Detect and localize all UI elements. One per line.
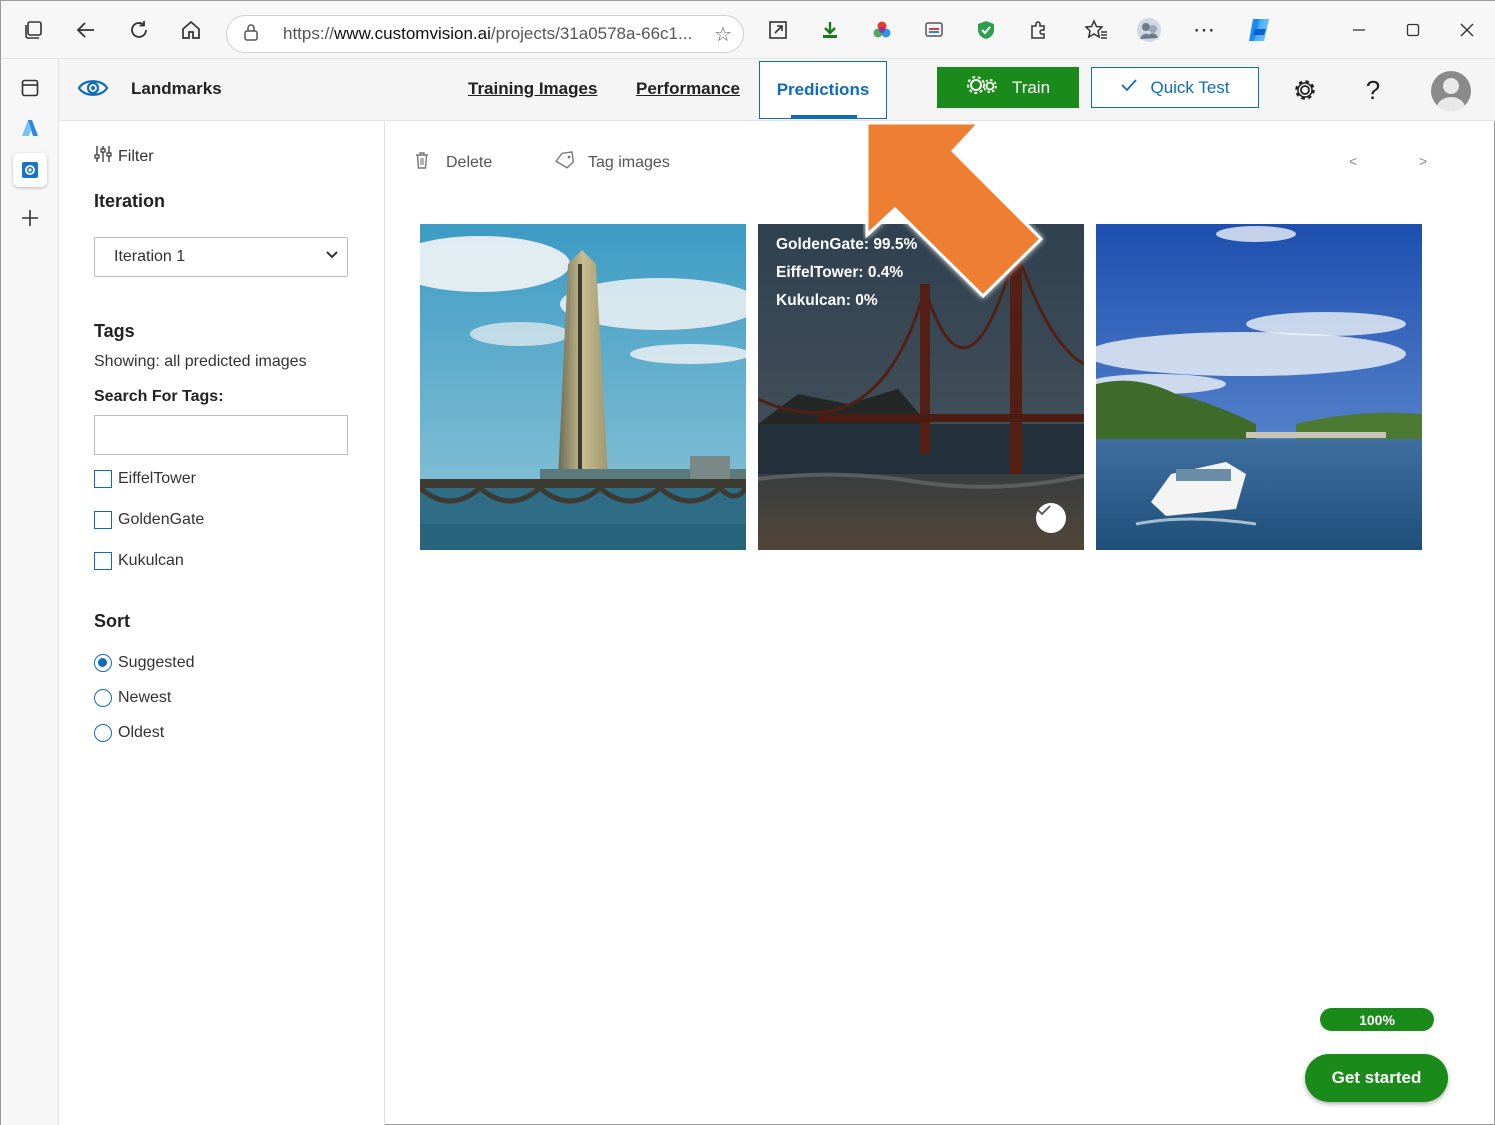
search-tags-label: Search For Tags: bbox=[94, 388, 224, 405]
favorites-icon[interactable] bbox=[1083, 17, 1109, 43]
checkbox-box[interactable] bbox=[94, 470, 112, 488]
search-tags-input[interactable] bbox=[94, 415, 348, 455]
progress-pill: 100% bbox=[1320, 1008, 1434, 1031]
add-icon[interactable] bbox=[13, 201, 47, 235]
open-window-icon[interactable] bbox=[765, 17, 791, 43]
app-header: Landmarks Training Images Performance Pr… bbox=[59, 59, 1495, 121]
image-tile[interactable] bbox=[420, 224, 746, 550]
selected-check-icon[interactable] bbox=[1036, 503, 1066, 533]
filter-label: Filter bbox=[118, 147, 154, 165]
checkbox-box[interactable] bbox=[94, 552, 112, 570]
sort-label: Newest bbox=[118, 689, 172, 706]
settings-gear-icon[interactable] bbox=[1290, 75, 1320, 105]
home-icon[interactable] bbox=[178, 17, 204, 43]
tab-predictions[interactable]: Predictions bbox=[759, 61, 887, 119]
sort-label: Oldest bbox=[118, 724, 165, 741]
maximize-icon[interactable] bbox=[1400, 17, 1426, 43]
iteration-heading: Iteration bbox=[94, 191, 166, 211]
copilot-icon[interactable] bbox=[1244, 15, 1274, 45]
lock-icon[interactable] bbox=[243, 23, 267, 46]
quick-test-label: Quick Test bbox=[1150, 77, 1230, 97]
tag-images-button[interactable]: Tag images bbox=[554, 151, 670, 174]
radio-button[interactable] bbox=[94, 654, 112, 672]
back-icon[interactable] bbox=[73, 17, 99, 43]
river-boat-image bbox=[1096, 224, 1422, 550]
help-icon[interactable]: ? bbox=[1358, 75, 1388, 105]
chevron-down-icon bbox=[325, 247, 339, 264]
radio-button[interactable] bbox=[94, 724, 112, 742]
custom-vision-icon[interactable] bbox=[13, 153, 47, 187]
quick-test-button[interactable]: Quick Test bbox=[1091, 67, 1259, 108]
trash-icon bbox=[414, 151, 430, 174]
minimize-icon[interactable] bbox=[1346, 17, 1372, 43]
tag-images-label: Tag images bbox=[588, 153, 670, 171]
profile-icon[interactable] bbox=[1136, 17, 1162, 43]
sort-option-suggested[interactable]: Suggested bbox=[94, 654, 195, 672]
sort-option-oldest[interactable]: Oldest bbox=[94, 724, 164, 742]
delete-label: Delete bbox=[446, 153, 493, 171]
favorite-star-icon[interactable]: ☆ bbox=[703, 22, 743, 47]
radio-button[interactable] bbox=[94, 689, 112, 707]
gears-icon bbox=[966, 75, 998, 100]
cast-icon[interactable] bbox=[921, 17, 947, 43]
tag-checkbox-eiffeltower[interactable]: EiffelTower bbox=[94, 470, 196, 488]
delete-button[interactable]: Delete bbox=[414, 151, 492, 174]
showing-text: Showing: all predicted images bbox=[94, 353, 307, 370]
next-page-button[interactable]: > bbox=[1419, 153, 1427, 169]
custom-vision-logo-icon[interactable] bbox=[77, 73, 109, 103]
checkmark-icon bbox=[1120, 77, 1138, 98]
tag-checkbox-goldengate[interactable]: GoldenGate bbox=[94, 511, 204, 529]
sidebar-toggle-icon[interactable] bbox=[13, 71, 47, 105]
refresh-icon[interactable] bbox=[126, 17, 152, 43]
shield-icon[interactable] bbox=[973, 17, 999, 43]
sort-heading: Sort bbox=[94, 611, 130, 631]
filter-panel: Filter Iteration Iteration 1 Tags Showin… bbox=[59, 121, 385, 1125]
extensions-icon[interactable] bbox=[1025, 17, 1051, 43]
tag-label: EiffelTower bbox=[118, 470, 196, 487]
download-extension-icon[interactable] bbox=[817, 17, 843, 43]
filter-button[interactable]: Filter bbox=[94, 145, 154, 168]
url-text[interactable]: https://www.customvision.ai/projects/31a… bbox=[283, 24, 703, 44]
checkbox-box[interactable] bbox=[94, 511, 112, 529]
skyscraper-image bbox=[420, 224, 746, 550]
train-button[interactable]: Train bbox=[937, 67, 1079, 108]
tags-heading: Tags bbox=[94, 321, 135, 341]
project-name[interactable]: Landmarks bbox=[131, 79, 222, 99]
iteration-value: Iteration 1 bbox=[114, 248, 186, 265]
color-wheel-icon[interactable] bbox=[869, 17, 895, 43]
image-tile[interactable] bbox=[1096, 224, 1422, 550]
previous-page-button[interactable]: < bbox=[1349, 153, 1357, 169]
tab-performance[interactable]: Performance bbox=[636, 79, 740, 99]
address-bar[interactable]: https://www.customvision.ai/projects/31a… bbox=[226, 15, 744, 53]
tab-training-images[interactable]: Training Images bbox=[468, 79, 597, 99]
sort-label: Suggested bbox=[118, 654, 195, 671]
close-icon[interactable] bbox=[1454, 17, 1480, 43]
train-label: Train bbox=[1011, 77, 1051, 97]
tag-checkbox-kukulcan[interactable]: Kukulcan bbox=[94, 552, 184, 570]
browser-sidebar bbox=[1, 59, 59, 1125]
azure-icon[interactable] bbox=[13, 111, 47, 145]
iteration-select[interactable]: Iteration 1 bbox=[94, 237, 348, 277]
tab-actions-icon[interactable] bbox=[20, 17, 46, 43]
browser-toolbar: https://www.customvision.ai/projects/31a… bbox=[1, 1, 1495, 59]
tag-label: Kukulcan bbox=[118, 552, 184, 569]
sort-option-newest[interactable]: Newest bbox=[94, 689, 171, 707]
browser-window: https://www.customvision.ai/projects/31a… bbox=[0, 0, 1495, 1125]
get-started-button[interactable]: Get started bbox=[1305, 1054, 1448, 1102]
more-icon[interactable]: ⋯ bbox=[1191, 17, 1217, 43]
tag-label: GoldenGate bbox=[118, 511, 205, 528]
avatar[interactable] bbox=[1431, 71, 1471, 111]
filter-sliders-icon bbox=[94, 145, 112, 168]
callout-arrow-icon bbox=[865, 121, 1044, 299]
tag-icon bbox=[554, 151, 576, 174]
